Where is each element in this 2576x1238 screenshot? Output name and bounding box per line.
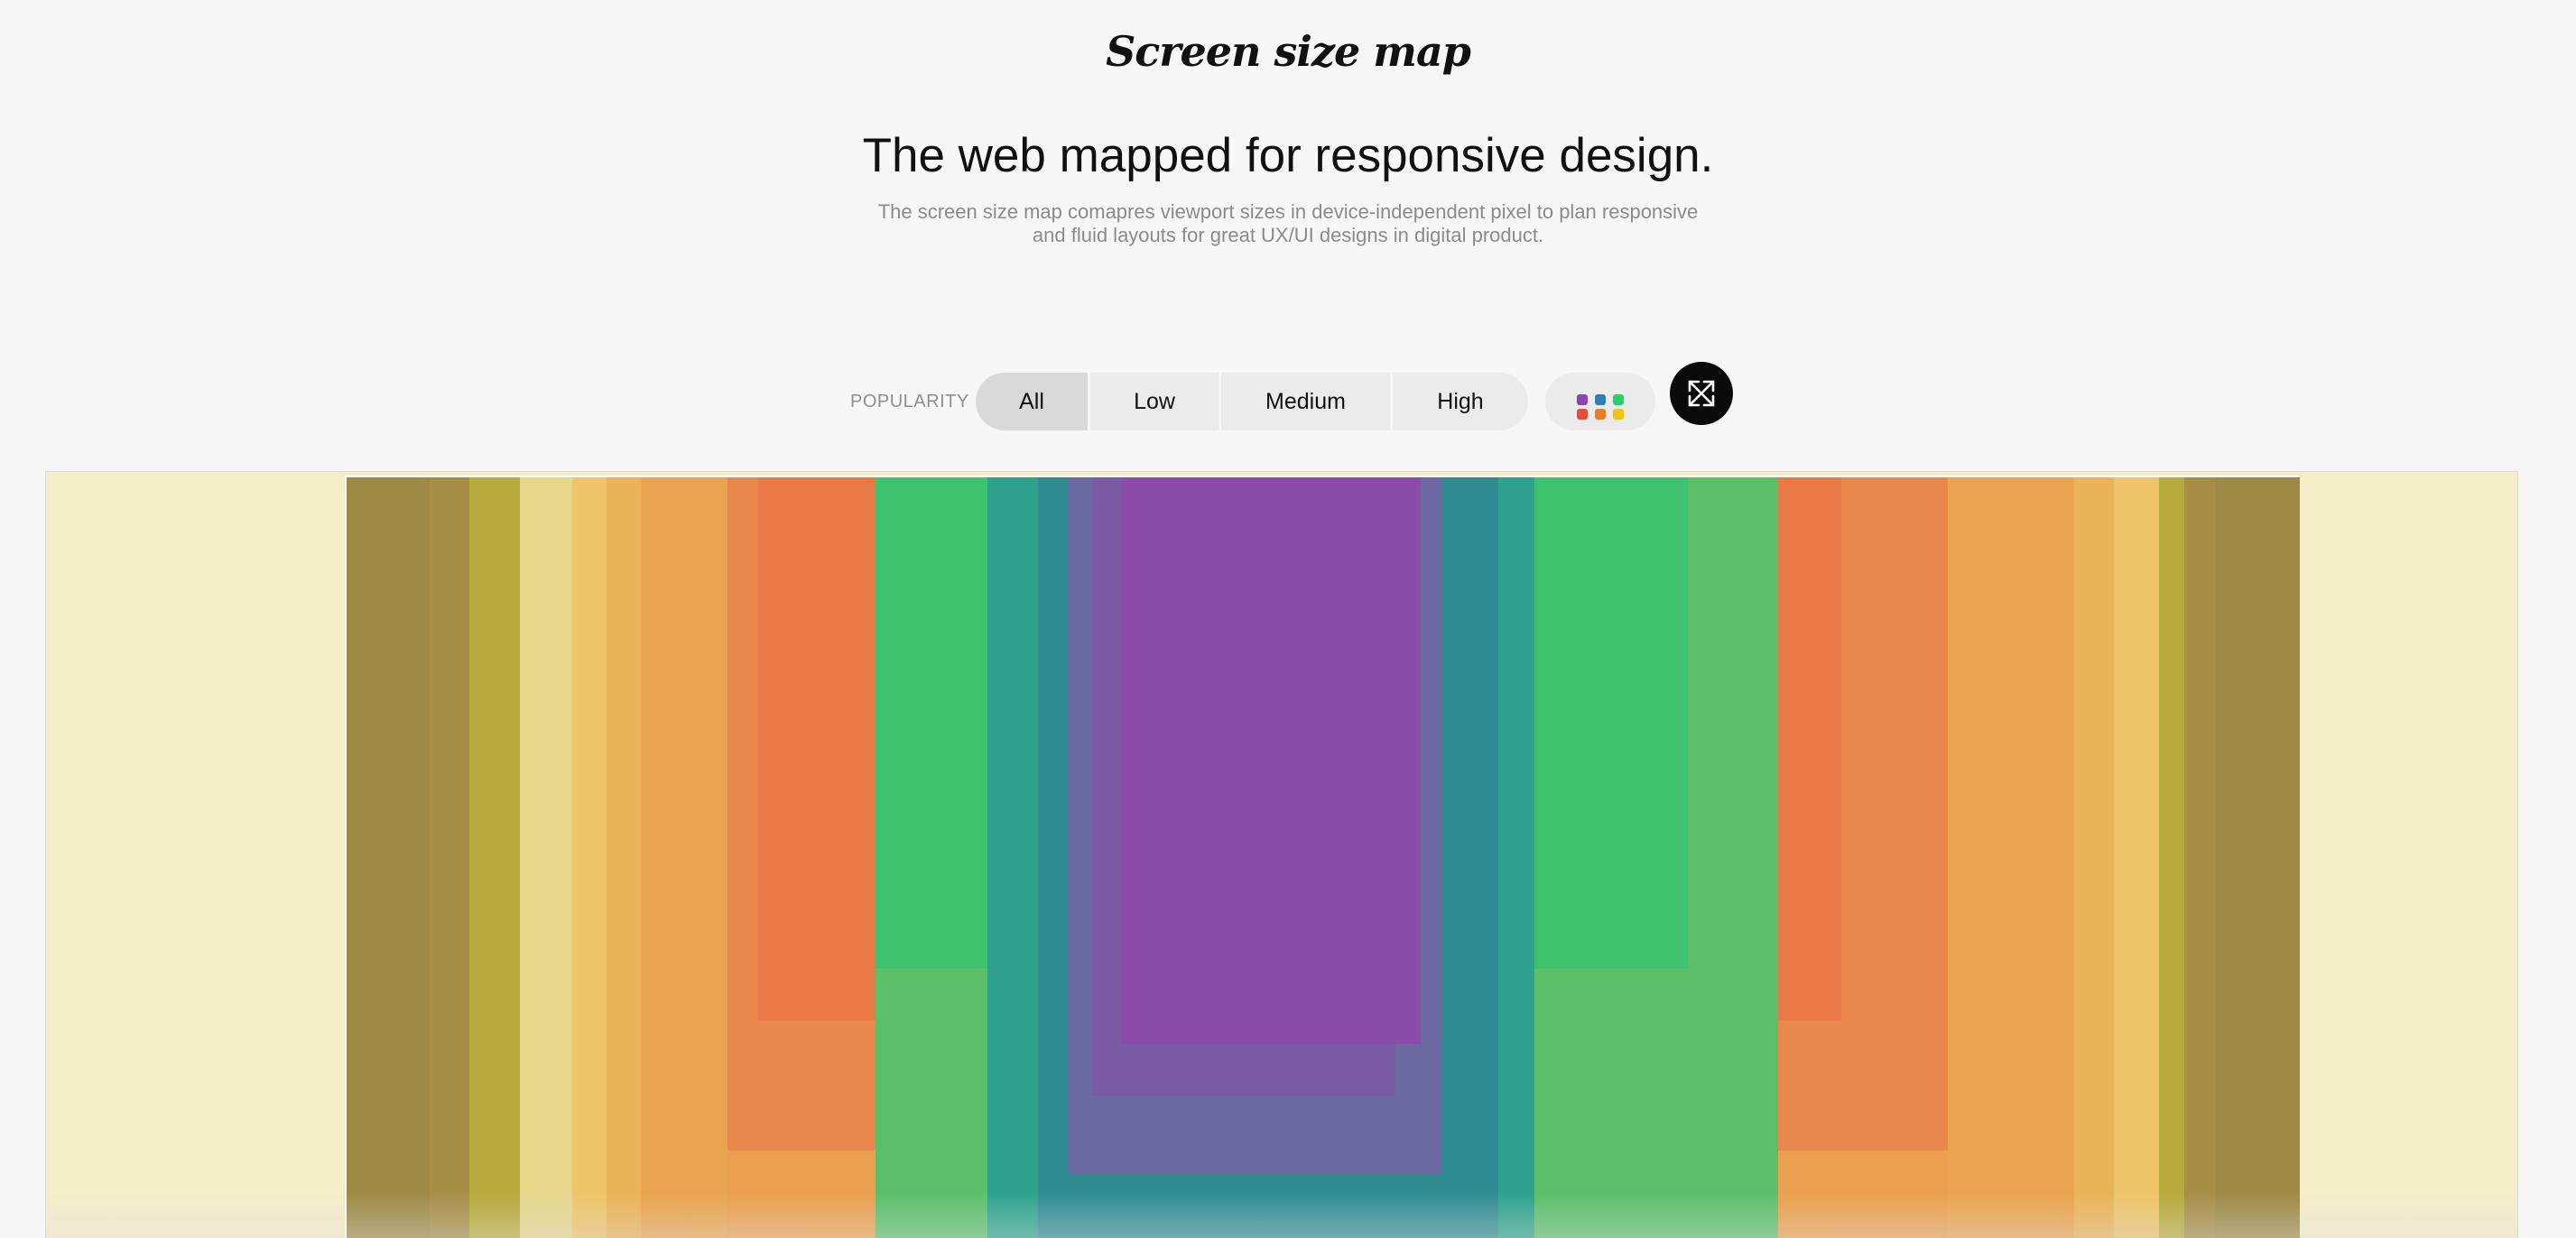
viewport-rect [1121,477,1421,1044]
filter-low-button[interactable]: Low [1090,373,1221,430]
popularity-filter-group: All Low Medium High [976,373,1528,430]
site-logo[interactable]: Screen size map [0,27,2576,76]
subtitle-line-2: and fluid layouts for great UX/UI design… [1032,224,1544,246]
palette-dot-blue [1595,394,1606,405]
page-headline: The web mapped for responsive design. [862,129,1714,182]
palette-dot-red [1577,409,1588,420]
viewport-rect [2159,477,2184,1238]
expand-button[interactable] [1670,362,1733,425]
filter-medium-button[interactable]: Medium [1221,373,1393,430]
palette-dot-orange [1595,409,1606,420]
viewport-rect [1948,477,2074,1238]
page: Screen size map The web mapped for respo… [0,0,2576,1238]
viewport-rect [607,477,641,1238]
color-palette-button[interactable] [1545,373,1655,430]
viewport-rect [572,477,607,1238]
viewport-rect [520,477,572,1238]
viewport-rect [641,477,727,1238]
viewport-rect [469,477,520,1238]
filter-high-button[interactable]: High [1393,373,1528,430]
page-subtitle: The screen size map comapres viewport si… [864,200,1712,247]
viewport-rect [430,477,469,1238]
palette-dot-green [1613,394,1624,405]
palette-dot-purple [1577,394,1588,405]
map-viewport-area [345,476,2300,1238]
screen-size-map[interactable] [45,471,2518,1238]
viewport-rect [347,477,430,1238]
viewport-rect [2215,477,2300,1238]
filter-all-button[interactable]: All [976,373,1090,430]
viewport-rect [2074,477,2114,1238]
expand-arrows-icon [1688,380,1715,407]
subtitle-line-1: The screen size map comapres viewport si… [877,200,1699,223]
popularity-label: POPULARITY [850,392,969,411]
controls-bar: POPULARITY All Low Medium High [0,362,2576,430]
viewport-rect [2184,477,2215,1238]
viewport-rect [2114,477,2159,1238]
palette-dot-yellow [1613,409,1624,420]
